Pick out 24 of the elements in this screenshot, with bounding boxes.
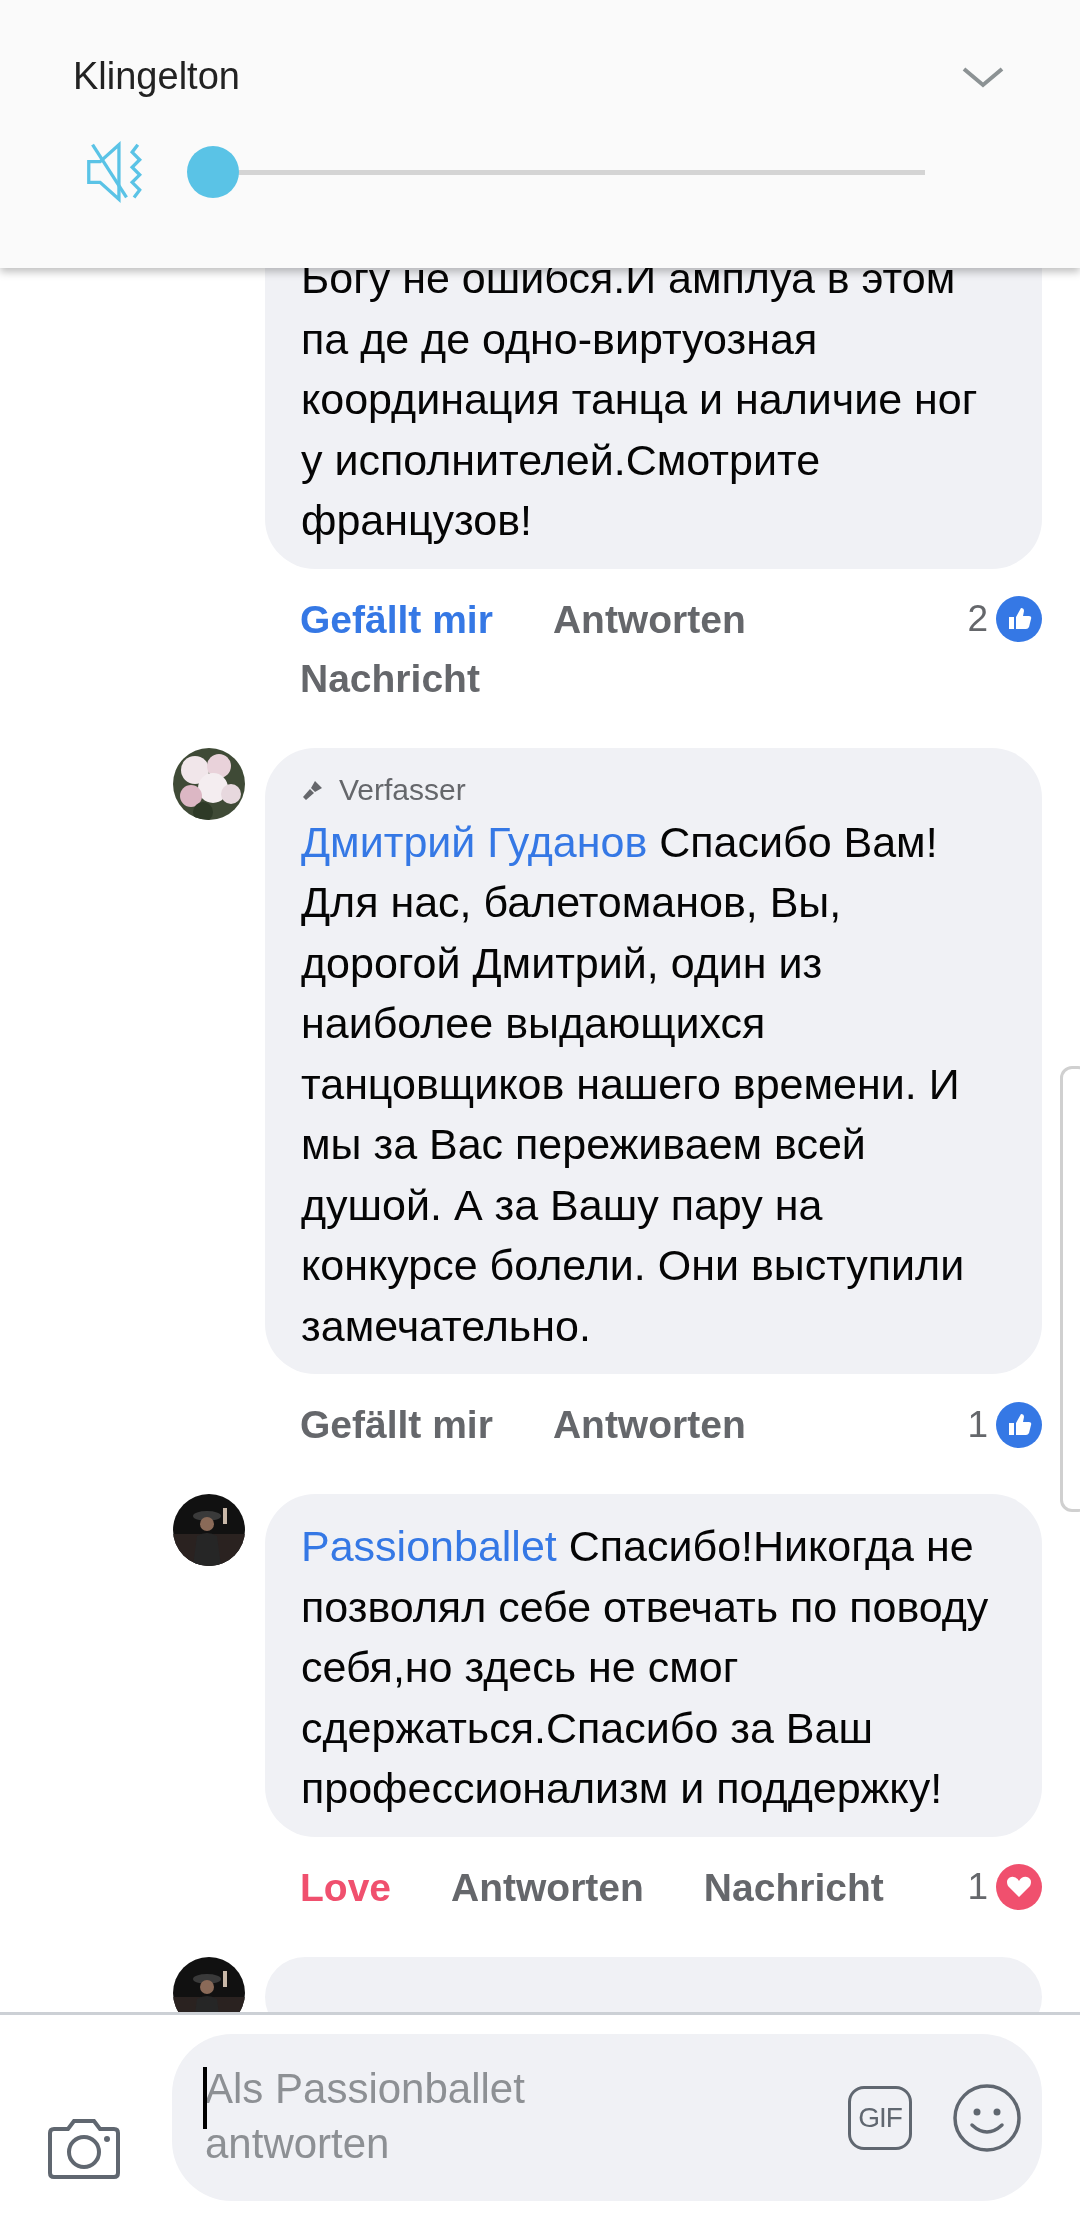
action-link[interactable]: Antworten [451, 1857, 644, 1917]
author-link[interactable]: Passionballet [301, 1522, 557, 1570]
action-link[interactable]: Antworten [552, 589, 746, 649]
thumbs-up-icon [996, 596, 1042, 642]
badge-label: Verfasser [339, 772, 466, 807]
panel-title: Klingelton [73, 55, 240, 98]
reaction-count: 2 [967, 598, 988, 640]
gif-button[interactable]: GIF [848, 2085, 912, 2150]
reaction-count: 1 [967, 1866, 988, 1908]
comment-text: Дмитрий Гуданов Спасибо Вам! Для нас, балетоманов, Вы, дорогой Дмитрий, один из наиболее выдающихся танцовщиков нашего времени. И мы за Вас переживаем всей душой. А за Вашу пару на конкурсе болели. Они выступили замечательно. [301, 816, 966, 1352]
smiley-icon[interactable] [952, 2082, 1022, 2153]
reaction-link[interactable]: Gefällt mir [300, 589, 493, 649]
reaction-link[interactable]: Gefällt mir [300, 1395, 493, 1454]
author-link[interactable]: Дмитрий Гуданов [301, 817, 648, 866]
reply-field[interactable]: Als Passionballet antworten GIF [172, 2034, 1042, 2201]
thumbs-up-icon [996, 1401, 1042, 1448]
reaction-link[interactable]: Love [300, 1857, 392, 1917]
text-cursor [203, 2066, 207, 2129]
comment-text: Passionballet Спасибо!Никогда не позволял себе отвечать по поводу себя,но здесь не смог сдержаться.Спасибо за Ваш профессионализм и поддержку! [301, 1521, 990, 1814]
action-link[interactable]: Antworten [552, 1395, 746, 1454]
reaction-count: 1 [967, 1403, 988, 1446]
action-link[interactable]: Nachricht [703, 1857, 884, 1917]
action-link[interactable]: Nachricht [300, 648, 480, 708]
volume-slider-thumb[interactable] [187, 145, 239, 198]
